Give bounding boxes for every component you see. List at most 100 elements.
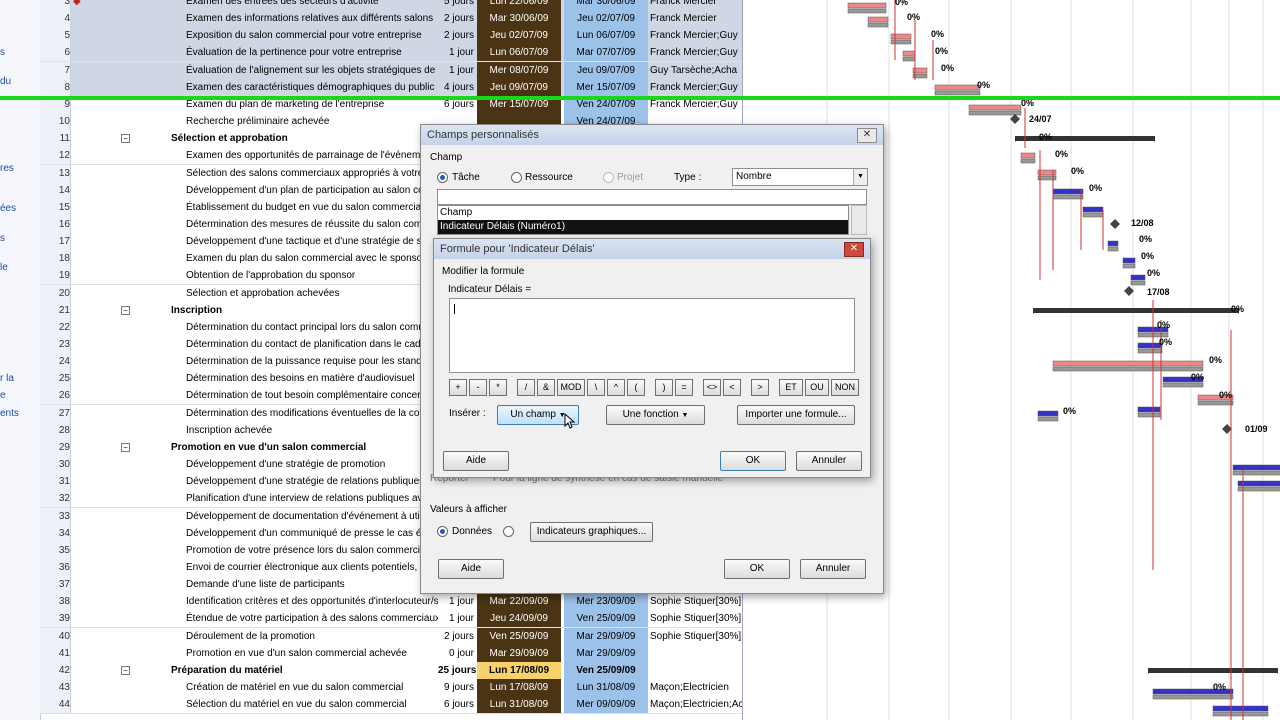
task-name[interactable]: Développement de documentation d'événeme… <box>148 508 438 525</box>
task-name[interactable]: Examen du plan du salon commercial avec … <box>148 250 438 267</box>
task-name[interactable]: Évaluation de la pertinence pour votre e… <box>148 44 438 61</box>
collapse-toggle[interactable]: − <box>121 665 130 675</box>
operator-button[interactable]: \ <box>587 379 605 396</box>
table-row[interactable]: 43 Création de matériel en vue du salon c… <box>40 679 742 697</box>
operator-button[interactable]: NON <box>831 379 859 396</box>
task-name[interactable]: Inscription <box>148 302 438 319</box>
collapse-toggle[interactable]: − <box>121 442 130 452</box>
task-name[interactable]: Promotion en vue d'un salon commercial <box>148 439 438 456</box>
view-bar-label[interactable]: ées <box>0 203 16 214</box>
formula-help-button[interactable]: Aide <box>443 451 509 471</box>
task-name[interactable]: Examen des entrées des secteurs d'activi… <box>148 0 438 10</box>
view-bar-label[interactable]: e <box>0 390 6 401</box>
task-name[interactable]: Développement d'une stratégie de promoti… <box>148 456 438 473</box>
task-name[interactable]: Sélection et approbation <box>148 130 438 147</box>
task-name[interactable]: Développement d'une tactique et d'une st… <box>148 233 438 250</box>
task-name[interactable]: Sélection du matériel en vue du salon co… <box>148 696 438 713</box>
radio-resource[interactable] <box>511 172 522 183</box>
cancel-button[interactable]: Annuler <box>800 559 866 579</box>
task-name[interactable]: Détermination des modifications éventuel… <box>148 405 438 422</box>
field-list[interactable]: Champ Indicateur Délais (Numéro1) <box>437 205 849 235</box>
task-name[interactable]: Identification critères et des opportuni… <box>148 593 438 610</box>
table-row[interactable]: 5 Exposition du salon commercial pour vot… <box>40 27 742 46</box>
operator-button[interactable]: > <box>751 379 769 396</box>
task-name[interactable]: Obtention de l'approbation du sponsor <box>148 267 438 284</box>
task-name[interactable]: Préparation du matériel <box>148 662 438 679</box>
task-name[interactable]: Évaluation de l'alignement sur les objet… <box>148 62 438 79</box>
operator-button[interactable]: ET <box>779 379 803 396</box>
task-name[interactable]: Développement d'un communiqué de presse … <box>148 525 438 542</box>
task-name[interactable]: Développement d'une stratégie de relatio… <box>148 473 438 490</box>
table-row[interactable]: 39 Étendue de votre participation à des s… <box>40 610 742 629</box>
import-formula-button[interactable]: Importer une formule... <box>737 405 855 425</box>
table-row[interactable]: 41 Promotion en vue d'un salon commercial… <box>40 644 742 663</box>
operator-button[interactable]: - <box>469 379 487 396</box>
operator-button[interactable]: * <box>489 379 507 396</box>
task-name[interactable]: Inscription achevée <box>148 422 438 439</box>
operator-button[interactable]: ( <box>627 379 645 396</box>
chevron-down-icon[interactable]: ▼ <box>853 169 867 185</box>
task-name[interactable]: Détermination du contact principal lors … <box>148 319 438 336</box>
insert-function-button[interactable]: Une fonction ▼ <box>606 405 705 425</box>
collapse-toggle[interactable]: − <box>121 305 130 315</box>
formula-close-icon[interactable]: ✕ <box>844 242 864 257</box>
field-list-scrollbar[interactable] <box>851 205 867 235</box>
formula-ok-button[interactable]: OK <box>720 451 786 471</box>
operator-button[interactable]: ) <box>655 379 673 396</box>
table-row[interactable]: 4 Examen des informations relatives aux d… <box>40 10 742 29</box>
ok-button[interactable]: OK <box>724 559 790 579</box>
operator-button[interactable]: = <box>675 379 693 396</box>
table-row[interactable]: 6 Évaluation de la pertinence pour votre … <box>40 44 742 63</box>
task-name[interactable]: Étendue de votre participation à des sal… <box>148 610 438 627</box>
task-name[interactable]: Développement d'un plan de participation… <box>148 182 438 199</box>
view-bar-label[interactable]: s <box>0 47 5 58</box>
task-name[interactable]: Détermination des besoins en matière d'a… <box>148 370 438 387</box>
table-row[interactable]: 7 Évaluation de l'alignement sur les obje… <box>40 61 742 80</box>
radio-graphical[interactable] <box>503 526 514 537</box>
view-bar-label[interactable]: r la <box>0 373 14 384</box>
task-name[interactable]: Examen des caractéristiques démographiqu… <box>148 79 438 96</box>
table-row[interactable]: 44 Sélection du matériel en vue du salon … <box>40 696 742 715</box>
task-name[interactable]: Détermination du contact de planificatio… <box>148 336 438 353</box>
operator-button[interactable]: & <box>537 379 555 396</box>
view-bar-label[interactable]: res <box>0 163 14 174</box>
task-name[interactable]: Sélection et approbation achevées <box>148 285 438 302</box>
operator-button[interactable]: ^ <box>607 379 625 396</box>
task-name[interactable]: Envoi de courrier électronique aux clien… <box>148 559 438 576</box>
task-name[interactable]: Détermination de la puissance requise po… <box>148 353 438 370</box>
type-select[interactable]: Nombre ▼ <box>732 168 868 186</box>
task-name[interactable]: Détermination de tout besoin complémenta… <box>148 387 438 404</box>
task-name[interactable]: Exposition du salon commercial pour votr… <box>148 27 438 44</box>
operator-button[interactable]: OU <box>805 379 829 396</box>
task-name[interactable]: Promotion en vue d'un salon commercial a… <box>148 645 438 662</box>
field-list-selected-item[interactable]: Indicateur Délais (Numéro1) <box>438 220 848 234</box>
task-name[interactable]: Demande d'une liste de participants <box>148 576 438 593</box>
close-icon[interactable]: ✕ <box>857 128 877 143</box>
task-name[interactable]: Examen des opportunités de parrainage de… <box>148 147 438 164</box>
table-row[interactable]: 42 Préparation du matériel 25 jours Lun 17/… <box>40 661 742 680</box>
task-name[interactable]: Déroulement de la promotion <box>148 628 438 645</box>
view-bar-label[interactable]: le <box>0 262 8 273</box>
graphical-indicators-button[interactable]: Indicateurs graphiques... <box>530 522 653 542</box>
task-name[interactable]: Promotion de votre présence lors du salo… <box>148 542 438 559</box>
view-bar-label[interactable]: ents <box>0 408 19 419</box>
view-bar-label[interactable]: du <box>0 76 11 87</box>
table-row[interactable]: 38 Identification critères et des opportu… <box>40 593 742 612</box>
task-name[interactable]: Planification d'une interview de relatio… <box>148 490 438 507</box>
radio-data[interactable] <box>437 526 448 537</box>
task-name[interactable]: Création de matériel en vue du salon com… <box>148 679 438 696</box>
task-name[interactable]: Détermination des mesures de réussite du… <box>148 216 438 233</box>
task-name[interactable]: Recherche préliminaire achevée <box>148 113 438 130</box>
formula-cancel-button[interactable]: Annuler <box>796 451 862 471</box>
operator-button[interactable]: < <box>723 379 741 396</box>
collapse-toggle[interactable]: − <box>121 134 130 144</box>
radio-task[interactable] <box>437 172 448 183</box>
operator-button[interactable]: / <box>517 379 535 396</box>
operator-button[interactable]: + <box>449 379 467 396</box>
table-row[interactable]: 40 Déroulement de la promotion 2 jours Ven … <box>40 627 742 646</box>
formula-textarea[interactable] <box>449 298 855 373</box>
operator-button[interactable]: <> <box>703 379 721 396</box>
task-name[interactable]: Sélection des salons commerciaux appropr… <box>148 165 438 182</box>
table-row[interactable]: 8 Examen des caractéristiques démographiq… <box>40 78 742 97</box>
task-name[interactable]: Examen des informations relatives aux di… <box>148 10 438 27</box>
